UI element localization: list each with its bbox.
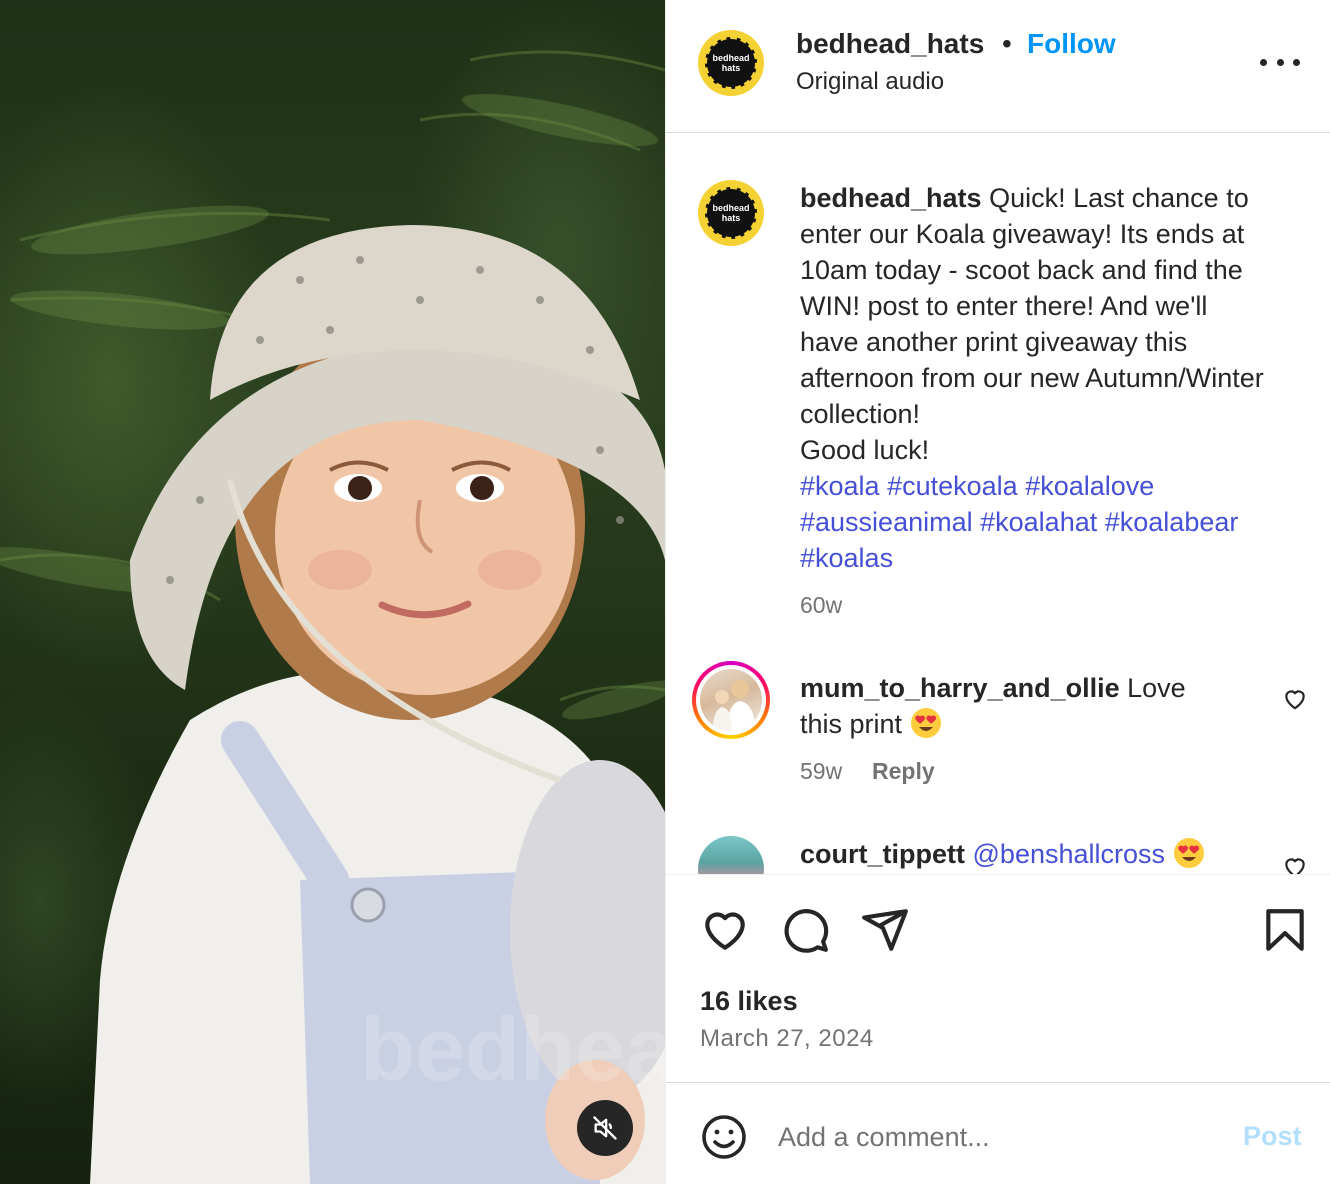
share-icon[interactable] [860, 905, 910, 955]
caption-timestamp[interactable]: 60w [800, 592, 842, 619]
caption-line: enter our Koala giveaway! Its ends at [800, 219, 1245, 249]
avatar-logo-mark: bedhead hats [705, 37, 757, 89]
caption-author-avatar[interactable]: bedhead hats [698, 180, 764, 246]
caption-line: have another print giveaway this [800, 327, 1188, 357]
comment-body: court_tippett @benshallcross [800, 836, 1270, 872]
follow-button[interactable]: Follow [1027, 28, 1116, 60]
hashtag-link[interactable]: #koalalove [1025, 471, 1154, 501]
more-dots-icon [1260, 58, 1267, 66]
caption-line: Quick! Last chance to [989, 183, 1249, 213]
avatar-logo-text-2: hats [721, 213, 741, 223]
avatar-logo-text-1: bedhead [712, 203, 750, 213]
hashtag-link[interactable]: #aussieanimal [800, 507, 973, 537]
emoji-picker-icon[interactable] [700, 1113, 748, 1161]
post-comment-button[interactable]: Post [1243, 1121, 1302, 1152]
caption-username[interactable]: bedhead_hats [800, 183, 982, 213]
avatar-logo-text-2: hats [721, 63, 741, 73]
more-options-button[interactable] [1260, 52, 1300, 72]
like-comment-heart-icon[interactable] [1282, 686, 1308, 712]
caption-line: collection! [800, 399, 921, 429]
separator-dot: • [1002, 28, 1012, 59]
bookmark-icon[interactable] [1260, 905, 1310, 955]
mention-link[interactable]: @benshallcross [973, 839, 1166, 869]
hashtag-link[interactable]: #cutekoala [887, 471, 1018, 501]
caption-line: afternoon from our new Autumn/Winter [800, 363, 1264, 393]
comment-icon[interactable] [780, 905, 830, 955]
audio-label[interactable]: Original audio [796, 68, 944, 96]
heart-eyes-emoji-icon [910, 708, 941, 738]
comments-section[interactable]: bedhead hats bedhead_hats Quick! Last ch… [666, 134, 1330, 874]
avatar-ring-gap [696, 665, 766, 735]
comment-body: mum_to_harry_and_ollie Love this print [800, 670, 1260, 742]
caption-line: 10am today - scoot back and find the [800, 255, 1243, 285]
avatar-photo-art [712, 680, 756, 731]
post-video-frame: bedhead [0, 50, 665, 1184]
comment-username[interactable]: court_tippett [800, 839, 965, 869]
caption-line: WIN! post to enter there! And we'll [800, 291, 1208, 321]
hashtag-link[interactable]: #koalas [800, 543, 893, 573]
author-username[interactable]: bedhead_hats [796, 28, 984, 60]
post-media[interactable]: bedhead [0, 0, 665, 1184]
hashtag-link[interactable]: #koalahat [980, 507, 1097, 537]
video-watermark: bedhead [360, 1000, 665, 1100]
comment-composer: Post [666, 1082, 1330, 1184]
comment-text: Love [1127, 673, 1186, 703]
hashtag-link[interactable]: #koalabear [1105, 507, 1239, 537]
commenter-avatar[interactable] [698, 836, 764, 874]
post-caption: bedhead_hats Quick! Last chance to enter… [800, 180, 1315, 576]
reply-button[interactable]: Reply [872, 758, 935, 785]
mute-toggle-button[interactable] [577, 1100, 633, 1156]
commenter-photo [700, 669, 762, 731]
add-comment-input[interactable] [778, 1113, 1218, 1161]
caption-line: Good luck! [800, 435, 930, 465]
post-actions-bar [666, 874, 1330, 984]
heart-eyes-emoji-icon [1173, 838, 1204, 868]
post-details-panel: bedhead hats bedhead_hats • Follow Origi… [665, 0, 1330, 1184]
post-date[interactable]: March 27, 2024 [700, 1025, 874, 1053]
like-comment-heart-icon[interactable] [1282, 854, 1308, 874]
hashtags-line: #aussieanimal #koalahat #koalabear [800, 504, 1315, 540]
more-dot [1276, 58, 1284, 66]
comment-username[interactable]: mum_to_harry_and_ollie [800, 673, 1120, 703]
commenter-avatar[interactable] [692, 661, 770, 739]
hashtags-line: #koalas [800, 540, 1315, 576]
heart-icon[interactable] [700, 905, 750, 955]
speaker-muted-icon [593, 1116, 617, 1140]
hashtag-link[interactable]: #koala [800, 471, 880, 501]
likes-count[interactable]: 16 likes [700, 986, 798, 1017]
more-dot [1293, 58, 1300, 66]
comment-text: this print [800, 709, 903, 739]
avatar-logo-mark: bedhead hats [705, 187, 757, 239]
post-header: bedhead hats bedhead_hats • Follow Origi… [666, 0, 1330, 133]
comment-timestamp[interactable]: 59w [800, 758, 842, 785]
hashtags-line: #koala #cutekoala #koalalove [800, 468, 1315, 504]
author-avatar[interactable]: bedhead hats [698, 30, 764, 96]
avatar-logo-text-1: bedhead [712, 53, 750, 63]
